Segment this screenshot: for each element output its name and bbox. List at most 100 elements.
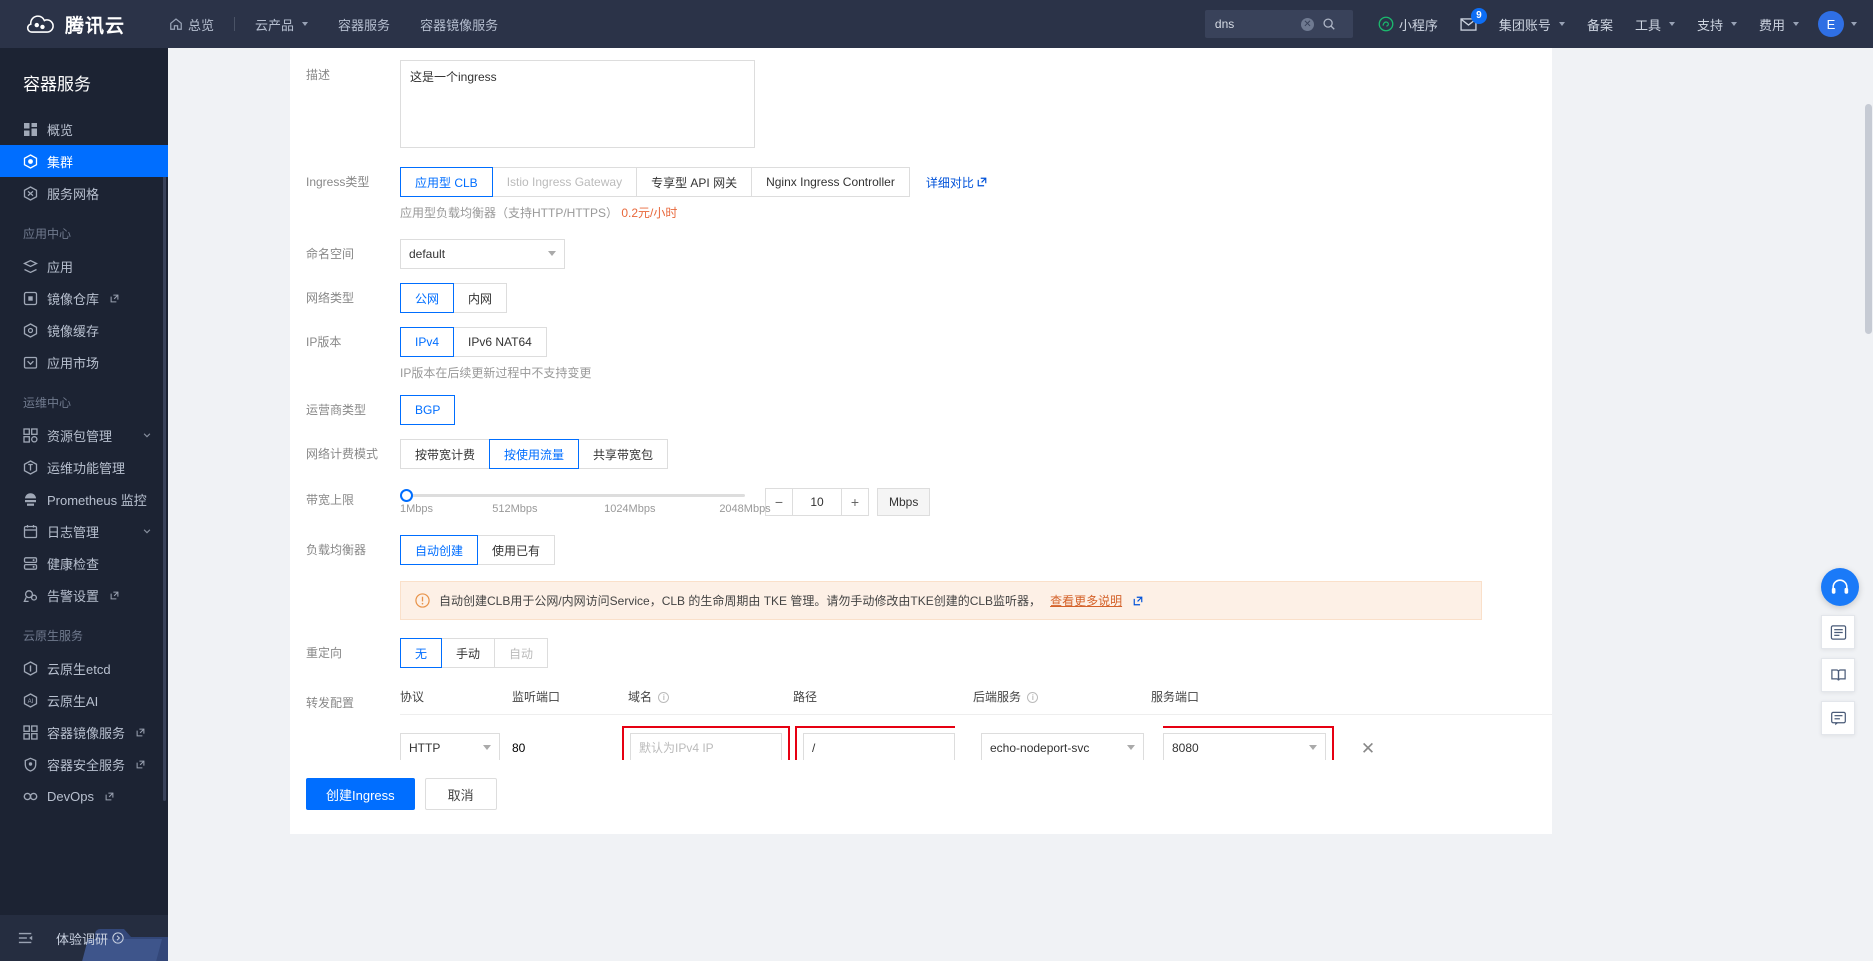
redirect-segmented: 无 手动 自动: [400, 638, 1552, 668]
sidebar-item-1[interactable]: 集群: [0, 145, 168, 177]
bandwidth-unit-button[interactable]: Mbps: [877, 488, 931, 516]
sidebar-item-label: 应用市场: [47, 355, 100, 371]
sidebar-item-11[interactable]: Prometheus 监控: [0, 483, 168, 515]
load-balancer-option-auto[interactable]: 自动创建: [400, 535, 479, 565]
avatar[interactable]: E: [1818, 11, 1844, 37]
ingress-type-option-apigw[interactable]: 专享型 API 网关: [636, 167, 753, 197]
global-search[interactable]: ✕: [1204, 10, 1353, 38]
billing-mode-option-bandwidth[interactable]: 按带宽计费: [400, 439, 491, 469]
brand-logo[interactable]: 腾讯云: [0, 11, 125, 38]
sidebar-item-17[interactable]: AI 云原生AI: [0, 684, 168, 716]
bandwidth-slider-handle[interactable]: [400, 488, 413, 502]
cloud-logo-icon: [26, 15, 54, 33]
sidebar-item-19[interactable]: 容器安全服务: [0, 748, 168, 780]
header-messages[interactable]: 9: [1449, 0, 1488, 48]
namespace-select-wrap: default: [400, 239, 565, 269]
bandwidth-slider[interactable]: [400, 488, 745, 502]
sidebar: 容器服务 概览 集群 服务网格 应用中心 应用 镜像仓库 镜像缓存 应用市场 运维中心 资源包管理…: [0, 48, 168, 961]
host-input[interactable]: [630, 733, 782, 763]
external-link-icon: [1133, 596, 1143, 605]
sidebar-item-2[interactable]: 服务网格: [0, 177, 168, 209]
info-icon[interactable]: i: [658, 692, 670, 703]
ip-version-option-ipv6nat64[interactable]: IPv6 NAT64: [453, 327, 547, 357]
description-textarea[interactable]: [400, 60, 755, 148]
book-icon: [1830, 668, 1846, 681]
info-icon[interactable]: i: [1027, 692, 1039, 703]
service-port-select[interactable]: 8080: [1163, 733, 1326, 763]
sidebar-item-18[interactable]: 容器镜像服务: [0, 716, 168, 748]
header-miniprogram[interactable]: 小程序: [1367, 0, 1449, 48]
bandwidth-slider-track[interactable]: [400, 494, 745, 497]
field-load-balancer-label: 负载均衡器: [306, 543, 367, 557]
field-network-type-label: 网络类型: [306, 291, 355, 305]
protocol-select[interactable]: HTTP: [400, 733, 500, 763]
customer-service-button[interactable]: [1821, 568, 1859, 606]
sidebar-item-16[interactable]: 云原生etcd: [0, 652, 168, 684]
nav-item-overview[interactable]: 总览: [155, 0, 228, 48]
overview-icon: [24, 122, 37, 136]
search-icon[interactable]: [1322, 17, 1336, 31]
field-network-type: 网络类型 公网 内网: [290, 283, 1552, 313]
nav-item-products[interactable]: 云产品: [241, 0, 322, 48]
bandwidth-increment-button[interactable]: +: [841, 488, 869, 516]
field-isp-type-label: 运营商类型: [306, 403, 367, 417]
feedback-button[interactable]: [1821, 701, 1855, 735]
row-backend-service-cell: echo-nodeport-svc: [981, 733, 1159, 763]
backend-service-select[interactable]: echo-nodeport-svc: [981, 733, 1144, 763]
clb-notice-link[interactable]: 查看更多说明: [1050, 592, 1122, 609]
console-list-button[interactable]: [1821, 615, 1855, 649]
sidebar-item-20[interactable]: DevOps: [0, 780, 168, 812]
collapse-icon[interactable]: [18, 931, 34, 945]
redirect-option-none[interactable]: 无: [400, 638, 443, 668]
external-link-icon: [977, 177, 987, 187]
sidebar-item-13[interactable]: 健康检查: [0, 547, 168, 579]
sidebar-item-9[interactable]: 资源包管理: [0, 419, 168, 451]
sidebar-item-12[interactable]: 日志管理: [0, 515, 168, 547]
header-billing-label: 费用: [1758, 17, 1785, 33]
ip-version-option-ipv4[interactable]: IPv4: [400, 327, 455, 357]
network-type-segmented: 公网 内网: [400, 283, 1552, 313]
feedback-icon: [1830, 711, 1846, 725]
main-content: 描述 Ingress类型 应用型 CLB Istio Ingress Gatew…: [168, 48, 1873, 961]
search-input[interactable]: [1214, 17, 1301, 31]
header-support[interactable]: 支持: [1686, 0, 1748, 48]
chevron-down-icon: [143, 529, 151, 534]
nav-item-container-service[interactable]: 容器服务: [324, 0, 404, 48]
billing-mode-option-traffic[interactable]: 按使用流量: [489, 439, 580, 469]
sidebar-item-4[interactable]: 应用: [0, 250, 168, 282]
sidebar-item-10[interactable]: 运维功能管理: [0, 451, 168, 483]
load-balancer-option-existing[interactable]: 使用已有: [477, 535, 556, 565]
close-icon[interactable]: ✕: [1361, 739, 1375, 758]
page-scrollbar[interactable]: [1865, 104, 1872, 334]
compare-link[interactable]: 详细对比: [926, 174, 987, 191]
network-type-option-public[interactable]: 公网: [400, 283, 455, 313]
path-input[interactable]: [803, 733, 955, 763]
sidebar-item-14[interactable]: 告警设置: [0, 579, 168, 611]
ingress-type-option-clb[interactable]: 应用型 CLB: [400, 167, 493, 197]
header-tools[interactable]: 工具: [1624, 0, 1686, 48]
sidebar-item-6[interactable]: 镜像缓存: [0, 314, 168, 346]
create-ingress-button[interactable]: 创建Ingress: [306, 778, 415, 810]
log-icon: [23, 524, 38, 538]
nav-item-overview-label: 总览: [188, 17, 215, 33]
sidebar-item-label: 云原生etcd: [47, 661, 111, 677]
clear-icon[interactable]: ✕: [1300, 17, 1314, 31]
isp-type-option-bgp[interactable]: BGP: [400, 395, 456, 425]
survey-link[interactable]: 体验调研: [56, 929, 124, 948]
network-type-option-private[interactable]: 内网: [453, 283, 508, 313]
namespace-select[interactable]: default: [400, 239, 565, 269]
avatar-chevron-down-icon[interactable]: [1851, 22, 1857, 26]
billing-mode-option-shared[interactable]: 共享带宽包: [578, 439, 669, 469]
sidebar-item-5[interactable]: 镜像仓库: [0, 282, 168, 314]
header-beian[interactable]: 备案: [1576, 0, 1624, 48]
docs-button[interactable]: [1821, 658, 1855, 692]
sidebar-item-0[interactable]: 概览: [0, 113, 168, 145]
sidebar-item-7[interactable]: 应用市场: [0, 346, 168, 378]
header-billing[interactable]: 费用: [1748, 0, 1810, 48]
header-group-account[interactable]: 集团账号: [1488, 0, 1576, 48]
bandwidth-value-input[interactable]: [793, 488, 841, 516]
redirect-option-manual[interactable]: 手动: [441, 638, 496, 668]
ingress-type-option-nginx[interactable]: Nginx Ingress Controller: [751, 167, 910, 197]
nav-item-container-registry[interactable]: 容器镜像服务: [406, 0, 512, 48]
cancel-button[interactable]: 取消: [424, 778, 497, 810]
